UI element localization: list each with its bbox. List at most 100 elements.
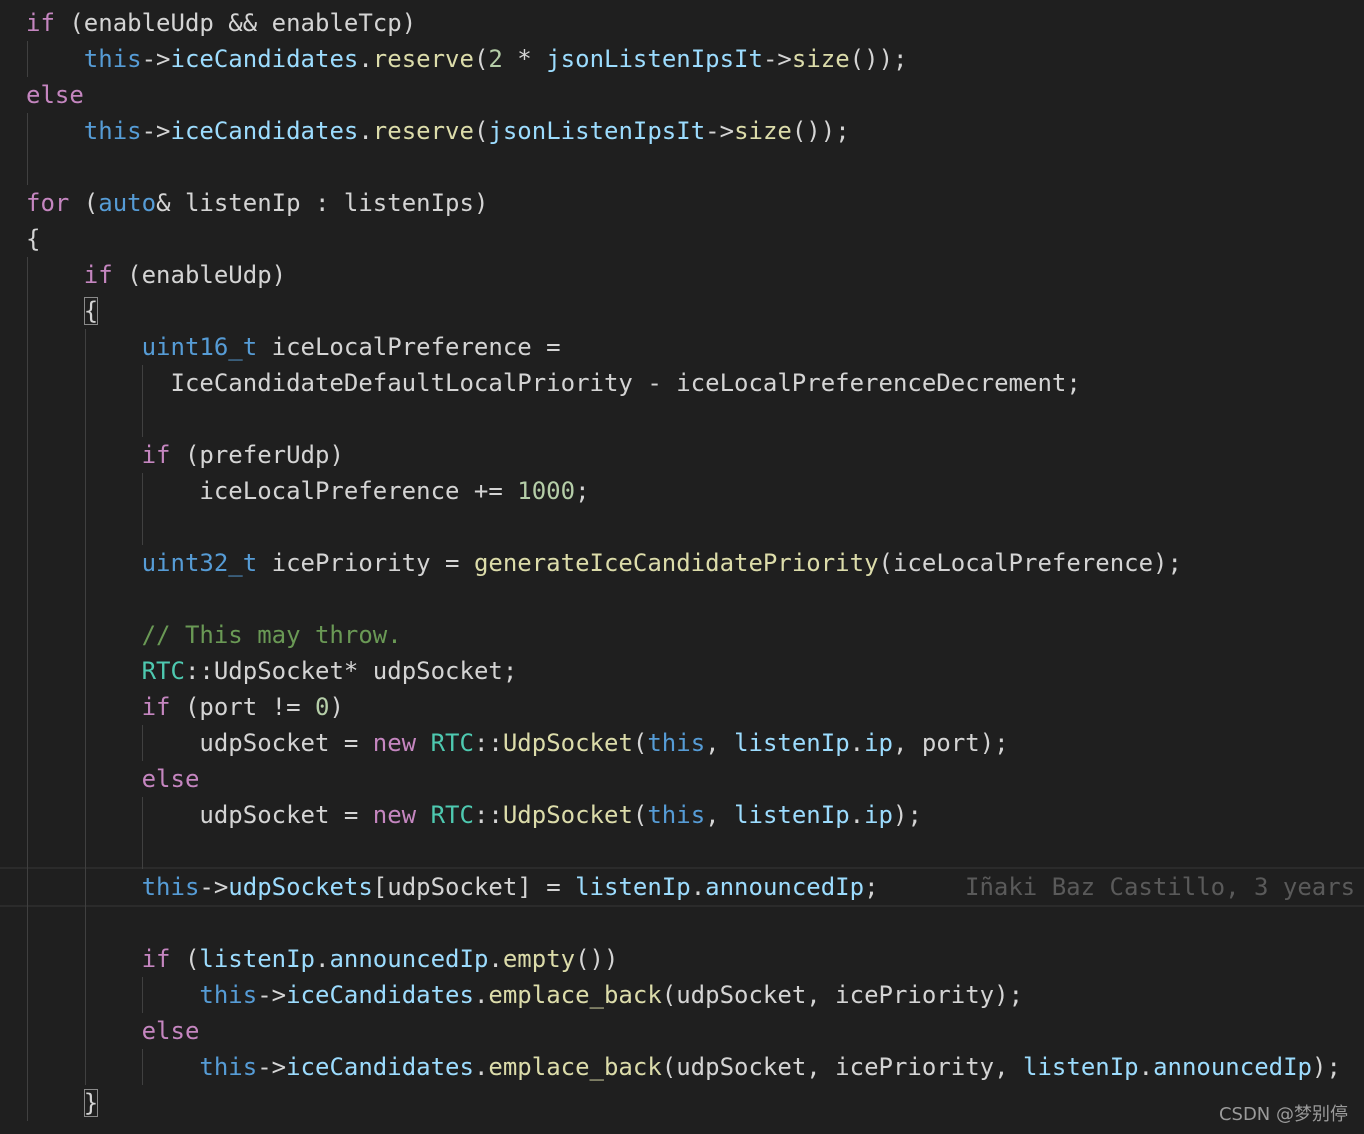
code-token: { bbox=[26, 225, 41, 253]
code-line[interactable]: if (enableUdp) bbox=[0, 257, 1364, 293]
code-line[interactable]: uint16_t iceLocalPreference = bbox=[0, 329, 1364, 365]
indent-guide bbox=[142, 365, 143, 437]
indent-guide bbox=[85, 329, 86, 1085]
code-token: 2 bbox=[488, 45, 503, 73]
code-token: . bbox=[358, 117, 373, 145]
code-text: else bbox=[26, 1013, 200, 1049]
code-token: iceCandidates bbox=[286, 1053, 474, 1081]
code-token: this bbox=[647, 729, 706, 757]
code-token: (enableUdp && enableTcp) bbox=[54, 9, 417, 37]
indent-guide bbox=[142, 977, 143, 1013]
code-line[interactable]: for (auto& listenIp : listenIps) bbox=[0, 185, 1364, 221]
code-token: . bbox=[488, 945, 503, 973]
code-line[interactable]: if (port != 0) bbox=[0, 689, 1364, 725]
code-line[interactable]: else bbox=[0, 1013, 1364, 1049]
code-token: RTC bbox=[141, 657, 185, 685]
code-token: else bbox=[26, 81, 84, 109]
code-token: this bbox=[647, 801, 706, 829]
code-token: listenIp bbox=[199, 945, 315, 973]
indent-guide bbox=[27, 257, 28, 1121]
code-line[interactable]: udpSocket = new RTC::UdpSocket(this, lis… bbox=[0, 797, 1364, 833]
code-line[interactable]: this->iceCandidates.reserve(2 * jsonList… bbox=[0, 41, 1364, 77]
watermark: CSDN @梦别停 bbox=[1218, 1104, 1348, 1125]
indent-guide bbox=[142, 473, 143, 545]
code-token: this bbox=[199, 981, 258, 1009]
code-line[interactable]: if (enableUdp && enableTcp) bbox=[0, 5, 1364, 41]
code-token: udpSocket = bbox=[26, 801, 373, 829]
code-token: else bbox=[141, 1017, 200, 1045]
code-line[interactable]: RTC::UdpSocket* udpSocket; bbox=[0, 653, 1364, 689]
matched-bracket: } bbox=[83, 1089, 99, 1117]
code-token: UdpSocket bbox=[502, 801, 633, 829]
code-token: ) bbox=[329, 693, 344, 721]
code-token: * bbox=[502, 45, 547, 73]
code-line[interactable] bbox=[0, 833, 1364, 869]
code-token: ()) bbox=[575, 945, 619, 973]
code-line[interactable]: this->iceCandidates.emplace_back(udpSock… bbox=[0, 1049, 1364, 1085]
indent-guide bbox=[142, 725, 143, 761]
code-token: , port); bbox=[893, 729, 1009, 757]
code-token: size bbox=[734, 117, 792, 145]
code-line[interactable]: { bbox=[0, 293, 1364, 329]
code-line[interactable] bbox=[0, 149, 1364, 185]
code-text: udpSocket = new RTC::UdpSocket(this, lis… bbox=[26, 725, 1009, 761]
indent-guide bbox=[27, 41, 28, 77]
code-line[interactable] bbox=[0, 401, 1364, 437]
code-token: this bbox=[141, 873, 200, 901]
code-text: else bbox=[26, 77, 84, 113]
code-token: ( bbox=[632, 729, 648, 757]
code-token: (preferUdp) bbox=[170, 441, 344, 469]
code-line[interactable]: else bbox=[0, 77, 1364, 113]
code-line[interactable]: iceLocalPreference += 1000; bbox=[0, 473, 1364, 509]
code-text: if (listenIp.announcedIp.empty()) bbox=[26, 941, 619, 977]
code-token: , bbox=[705, 801, 735, 829]
indent-guide bbox=[27, 113, 28, 185]
code-line[interactable]: this->iceCandidates.emplace_back(udpSock… bbox=[0, 977, 1364, 1013]
code-text: for (auto& listenIp : listenIps) bbox=[26, 185, 488, 221]
code-token: ); bbox=[1312, 1053, 1341, 1081]
code-line[interactable] bbox=[0, 905, 1364, 941]
code-token: ( bbox=[69, 189, 99, 217]
code-line[interactable]: udpSocket = new RTC::UdpSocket(this, lis… bbox=[0, 725, 1364, 761]
code-token: // This may throw. bbox=[141, 621, 402, 649]
code-token: listenIp bbox=[1023, 1053, 1139, 1081]
code-token: . bbox=[315, 945, 330, 973]
code-line[interactable]: this->udpSockets[udpSocket] = listenIp.a… bbox=[0, 867, 1364, 907]
code-line[interactable]: // This may throw. bbox=[0, 617, 1364, 653]
code-line[interactable]: this->iceCandidates.reserve(jsonListenIp… bbox=[0, 113, 1364, 149]
code-token: listenIp bbox=[575, 873, 691, 901]
code-line[interactable]: else bbox=[0, 761, 1364, 797]
code-token: IceCandidateDefaultLocalPriority - iceLo… bbox=[26, 369, 1081, 397]
code-line[interactable]: IceCandidateDefaultLocalPriority - iceLo… bbox=[0, 365, 1364, 401]
code-text: this->iceCandidates.reserve(jsonListenIp… bbox=[26, 113, 850, 149]
code-token: udpSockets bbox=[228, 873, 373, 901]
code-line[interactable]: } bbox=[0, 1085, 1364, 1121]
code-line[interactable] bbox=[0, 509, 1364, 545]
code-token: reserve bbox=[372, 117, 474, 145]
code-token: udpSocket = bbox=[26, 729, 373, 757]
code-token: uint32_t bbox=[141, 549, 258, 577]
code-line[interactable]: if (listenIp.announcedIp.empty()) bbox=[0, 941, 1364, 977]
code-token: ( bbox=[473, 117, 489, 145]
indent-guide bbox=[142, 1049, 143, 1085]
code-text: if (preferUdp) bbox=[26, 437, 344, 473]
code-line[interactable]: { bbox=[0, 221, 1364, 257]
code-token: :: bbox=[473, 801, 503, 829]
code-token: announcedIp bbox=[705, 873, 865, 901]
code-token: announcedIp bbox=[329, 945, 489, 973]
code-text: if (enableUdp) bbox=[26, 257, 286, 293]
code-token: jsonListenIpsIt bbox=[546, 45, 763, 73]
code-token: & listenIp : listenIps) bbox=[156, 189, 489, 217]
code-line[interactable]: uint32_t icePriority = generateIceCandid… bbox=[0, 545, 1364, 581]
code-line[interactable] bbox=[0, 581, 1364, 617]
code-editor[interactable]: if (enableUdp && enableTcp) this->iceCan… bbox=[0, 0, 1364, 1134]
code-line[interactable]: if (preferUdp) bbox=[0, 437, 1364, 473]
code-token: 0 bbox=[315, 693, 330, 721]
code-token: iceLocalPreference += bbox=[26, 477, 518, 505]
code-token: ; bbox=[575, 477, 590, 505]
